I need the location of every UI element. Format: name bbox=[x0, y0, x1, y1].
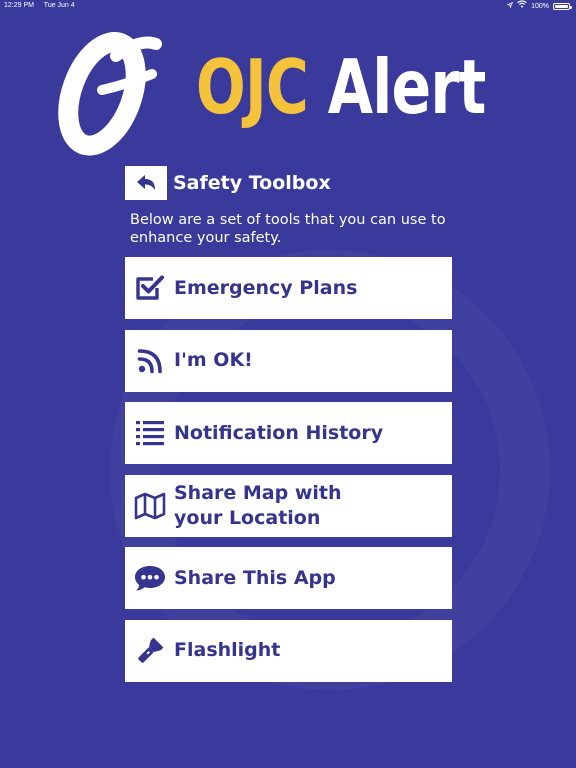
location-icon bbox=[506, 1, 514, 13]
checkbox-icon bbox=[125, 274, 174, 302]
battery-percent: 100% bbox=[531, 2, 549, 10]
rss-icon bbox=[125, 348, 174, 374]
status-time: 12:29 PM bbox=[4, 2, 34, 9]
status-left: 12:29 PM Tue Jun 4 bbox=[4, 0, 83, 12]
toolbox-header: Safety Toolbox bbox=[125, 166, 331, 200]
wifi-icon bbox=[517, 0, 527, 13]
logo-wordmark: OJC Alert bbox=[196, 42, 486, 132]
back-button[interactable] bbox=[125, 166, 167, 200]
status-right: 100% bbox=[506, 0, 572, 13]
page-title: Safety Toolbox bbox=[173, 172, 331, 194]
tool-flashlight[interactable]: Flashlight bbox=[125, 619, 452, 682]
tool-label: Notification History bbox=[174, 421, 384, 444]
tool-emergency-plans[interactable]: Emergency Plans bbox=[125, 257, 452, 319]
flashlight-icon bbox=[125, 636, 174, 666]
chat-bubble-icon bbox=[125, 564, 174, 592]
tool-label: Share This App bbox=[174, 566, 336, 589]
status-date: Tue Jun 4 bbox=[43, 2, 75, 9]
back-arrow-icon bbox=[137, 175, 155, 190]
tool-label: Flashlight bbox=[174, 639, 281, 661]
tool-label: I'm OK! bbox=[174, 349, 253, 371]
app-logo: OJC Alert bbox=[40, 22, 530, 158]
logo-o-icon bbox=[58, 32, 162, 156]
tool-list: Emergency Plans I'm OK! Notification His… bbox=[125, 257, 452, 692]
battery-icon bbox=[553, 3, 572, 10]
tool-share-app[interactable]: Share This App bbox=[125, 547, 452, 609]
tool-im-ok[interactable]: I'm OK! bbox=[125, 329, 452, 392]
tool-label: Share Map with your Location bbox=[174, 481, 342, 529]
tool-share-map[interactable]: Share Map with your Location bbox=[125, 474, 452, 537]
tool-notification-history[interactable]: Notification History bbox=[125, 402, 452, 464]
logo-ojc-text: OJC bbox=[196, 43, 309, 131]
map-icon bbox=[125, 492, 174, 520]
logo-alert-text: Alert bbox=[327, 43, 487, 131]
intro-text: Below are a set of tools that you can us… bbox=[130, 212, 446, 246]
list-icon bbox=[125, 420, 174, 446]
status-bar: 12:29 PM Tue Jun 4 100% bbox=[0, 0, 576, 14]
tool-label: Emergency Plans bbox=[174, 276, 358, 299]
